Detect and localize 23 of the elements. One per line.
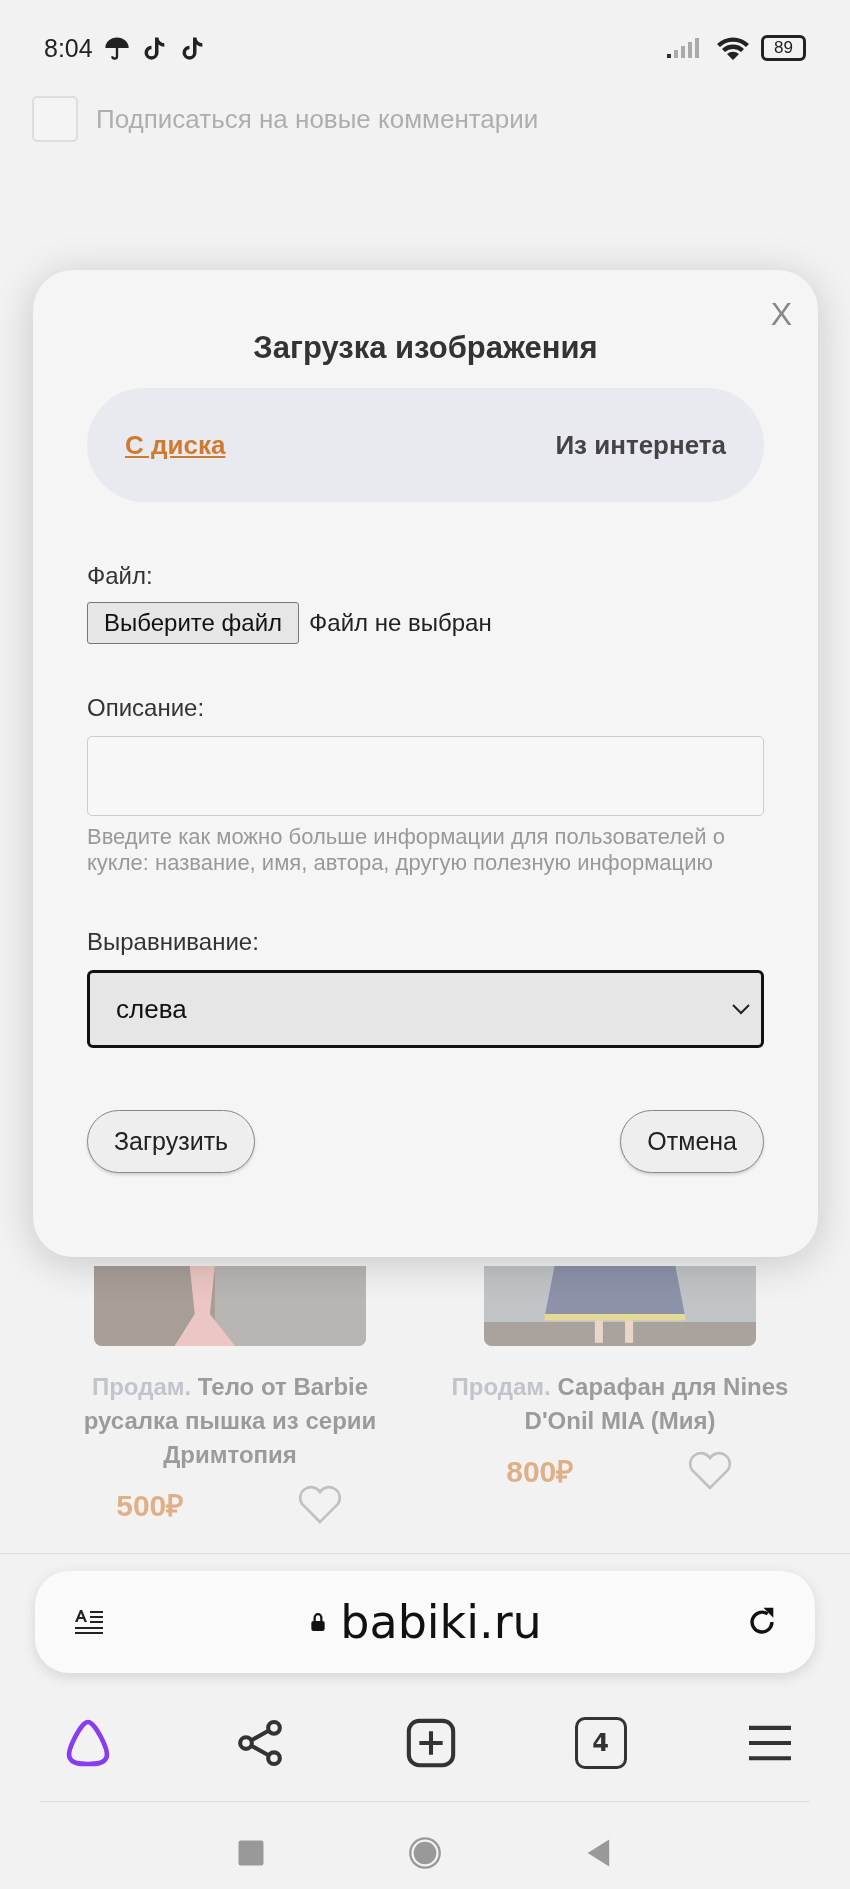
product-price: 800₽ xyxy=(506,1453,574,1490)
choose-file-button[interactable]: Выберите файл xyxy=(87,602,300,644)
description-field[interactable] xyxy=(87,736,764,816)
field-label: Файл: xyxy=(87,562,154,590)
chevron-icon xyxy=(731,1003,751,1015)
battery-indicator: 89 xyxy=(761,35,806,61)
status-time: 8:04 xyxy=(44,33,93,63)
product-price: 500₽ xyxy=(116,1487,184,1524)
dialog-title: Загрузка изображения xyxy=(252,330,599,366)
dialog-button[interactable]: Отмена xyxy=(620,1110,764,1173)
field-label: Описание: xyxy=(87,694,206,722)
file-status: Файл не выбран xyxy=(309,609,492,637)
alignment-select[interactable]: слева xyxy=(87,970,764,1048)
tab-count-button[interactable]: 4 xyxy=(574,1717,627,1769)
field-label: Выравнивание: xyxy=(87,928,260,956)
home-icon[interactable] xyxy=(408,1836,442,1870)
tab[interactable]: Из интернета xyxy=(555,429,726,461)
lock-icon xyxy=(310,1612,327,1632)
dialog-button[interactable]: Загрузить xyxy=(87,1110,256,1173)
checkbox-label: Подписаться на новые комментарии xyxy=(96,103,539,135)
address-bar[interactable]: babiki.ru xyxy=(35,1571,815,1673)
url-text: babiki.ru xyxy=(340,1595,542,1649)
field-hint: Введите как можно больше информации для пользователей о кукле: название, имя, автора, другую полезную информацию xyxy=(87,824,726,876)
